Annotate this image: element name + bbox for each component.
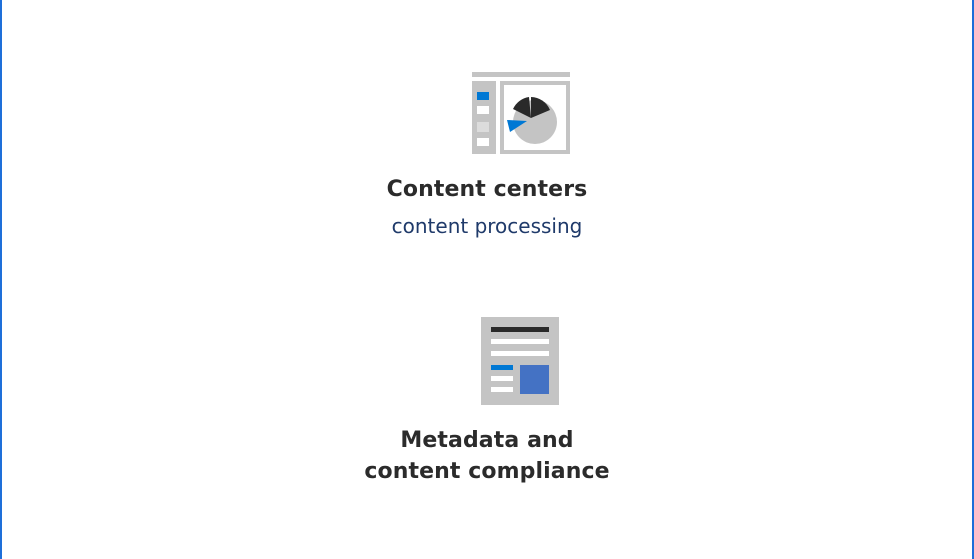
content-center-pie-chart-icon (472, 72, 570, 154)
metadata-compliance-title-line2: content compliance (364, 459, 610, 484)
content-centers-title: Content centers (386, 177, 588, 202)
metadata-document-icon (481, 317, 559, 405)
content-centers-card: Content centers content processing (2, 0, 972, 250)
metadata-compliance-card: Metadata and content compliance (2, 300, 972, 500)
metadata-compliance-title-line1: Metadata and (400, 428, 574, 453)
content-centers-subtitle: content processing (391, 214, 583, 238)
diagram-frame: Content centers content processing Metad… (0, 0, 974, 559)
